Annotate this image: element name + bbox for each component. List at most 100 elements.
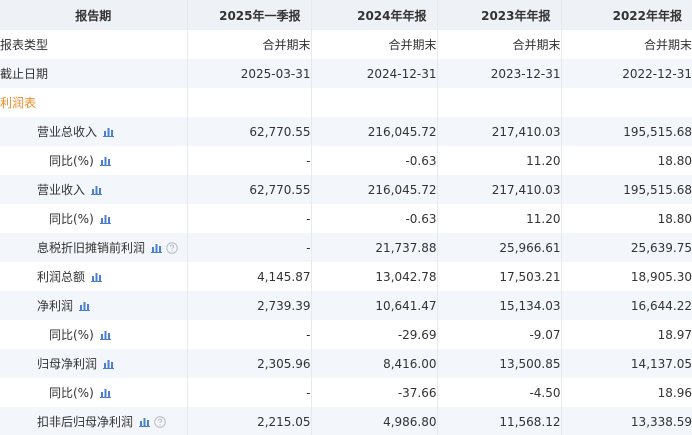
row-label-cell: 同比(%) <box>0 378 188 407</box>
cell-value: 18.97 <box>561 320 692 349</box>
row-label: 同比(%) <box>49 386 94 400</box>
row-label-cell: 利润总额 <box>0 262 188 291</box>
cell-value: -29.69 <box>311 320 438 349</box>
row-label: 利润总额 <box>37 270 86 284</box>
cell-value: 21,737.88 <box>311 233 438 262</box>
bar-chart-icon[interactable] <box>91 271 103 282</box>
cell-value: - <box>187 378 312 407</box>
header-row: 报告期 2025年一季报 2024年年报 2023年年报 2022年年报 <box>0 0 692 30</box>
cell-value: 4,986.80 <box>311 407 438 435</box>
cell-value: 合并期末 <box>311 30 438 59</box>
column-header[interactable]: 2023年年报 <box>437 0 562 30</box>
column-header[interactable]: 2022年年报 <box>561 0 692 30</box>
row-label: 同比(%) <box>49 154 94 168</box>
cell-value: 合并期末 <box>561 30 692 59</box>
row-label: 同比(%) <box>49 328 94 342</box>
cell-value: 2,215.05 <box>187 407 312 435</box>
financial-table: 报告期 2025年一季报 2024年年报 2023年年报 2022年年报 报表类… <box>0 0 692 435</box>
header-label: 报告期 <box>0 0 188 30</box>
end-date-row: 截止日期 2025-03-31 2024-12-31 2023-12-31 20… <box>0 59 692 88</box>
row-label: 息税折旧摊销前利润 <box>37 241 146 255</box>
empty-cell <box>187 88 312 117</box>
cell-value: 11.20 <box>437 204 562 233</box>
row-label: 同比(%) <box>49 212 94 226</box>
table-row: 归母净利润 2,305.96 8,416.00 13,500.85 14,137… <box>0 349 692 378</box>
cell-value: - <box>187 233 312 262</box>
bar-chart-icon[interactable] <box>103 126 115 137</box>
cell-value: 195,515.68 <box>561 175 692 204</box>
cell-value: 11.20 <box>437 146 562 175</box>
question-circle-icon[interactable] <box>166 242 178 254</box>
cell-value: 25,966.61 <box>437 233 562 262</box>
bar-chart-icon[interactable] <box>79 300 91 311</box>
cell-value: 13,338.59 <box>561 407 692 435</box>
empty-cell <box>437 88 562 117</box>
cell-value: 217,410.03 <box>437 117 562 146</box>
cell-value: 17,503.21 <box>437 262 562 291</box>
bar-chart-icon[interactable] <box>99 213 111 224</box>
cell-value: 216,045.72 <box>311 175 438 204</box>
cell-value: 195,515.68 <box>561 117 692 146</box>
row-label: 净利润 <box>37 299 74 313</box>
cell-value: 2022-12-31 <box>561 59 692 88</box>
row-label: 营业收入 <box>37 183 86 197</box>
cell-value: -0.63 <box>311 204 438 233</box>
cell-value: 2,305.96 <box>187 349 312 378</box>
bar-chart-icon[interactable] <box>99 329 111 340</box>
row-label-cell: 同比(%) <box>0 146 188 175</box>
cell-value: 合并期末 <box>437 30 562 59</box>
cell-value: 2023-12-31 <box>437 59 562 88</box>
cell-value: 18.80 <box>561 204 692 233</box>
cell-value: 2025-03-31 <box>187 59 312 88</box>
report-type-row: 报表类型 合并期末 合并期末 合并期末 合并期末 <box>0 30 692 59</box>
column-header[interactable]: 2025年一季报 <box>187 0 312 30</box>
bar-chart-icon[interactable] <box>91 184 103 195</box>
table-row: 净利润 2,739.39 10,641.47 15,134.03 16,644.… <box>0 291 692 320</box>
cell-value: 217,410.03 <box>437 175 562 204</box>
cell-value: 18.80 <box>561 146 692 175</box>
cell-value: 62,770.55 <box>187 117 312 146</box>
row-label-cell: 同比(%) <box>0 320 188 349</box>
cell-value: 10,641.47 <box>311 291 438 320</box>
cell-value: 14,137.05 <box>561 349 692 378</box>
section-row: 利润表 <box>0 88 692 117</box>
cell-value: 11,568.12 <box>437 407 562 435</box>
cell-value: 18,905.30 <box>561 262 692 291</box>
table-row: 息税折旧摊销前利润 - 21,737.88 25,966.61 25,639.7… <box>0 233 692 262</box>
cell-value: - <box>187 320 312 349</box>
bar-chart-icon[interactable] <box>151 242 163 253</box>
cell-value: 216,045.72 <box>311 117 438 146</box>
row-label: 截止日期 <box>0 59 188 88</box>
cell-value: - <box>187 146 312 175</box>
row-label-cell: 同比(%) <box>0 204 188 233</box>
row-label: 报表类型 <box>0 30 188 59</box>
cell-value: 8,416.00 <box>311 349 438 378</box>
cell-value: 62,770.55 <box>187 175 312 204</box>
bar-chart-icon[interactable] <box>103 358 115 369</box>
bar-chart-icon[interactable] <box>99 155 111 166</box>
cell-value: 2024-12-31 <box>311 59 438 88</box>
row-label-cell: 归母净利润 <box>0 349 188 378</box>
cell-value: -0.63 <box>311 146 438 175</box>
bar-chart-icon[interactable] <box>99 387 111 398</box>
cell-value: -9.07 <box>437 320 562 349</box>
row-label-cell: 息税折旧摊销前利润 <box>0 233 188 262</box>
row-label-cell: 营业收入 <box>0 175 188 204</box>
question-circle-icon[interactable] <box>154 416 166 428</box>
bar-chart-icon[interactable] <box>139 416 151 427</box>
row-label: 归母净利润 <box>37 357 98 371</box>
cell-value: 2,739.39 <box>187 291 312 320</box>
row-label: 扣非后归母净利润 <box>37 415 134 429</box>
column-header[interactable]: 2024年年报 <box>311 0 438 30</box>
cell-value: 13,500.85 <box>437 349 562 378</box>
table-row: 利润总额 4,145.87 13,042.78 17,503.21 18,905… <box>0 262 692 291</box>
table-row: 同比(%) - -37.66 -4.50 18.96 <box>0 378 692 407</box>
table-row: 同比(%) - -0.63 11.20 18.80 <box>0 204 692 233</box>
table-row: 同比(%) - -29.69 -9.07 18.97 <box>0 320 692 349</box>
empty-cell <box>311 88 438 117</box>
cell-value: 13,042.78 <box>311 262 438 291</box>
row-label-cell: 营业总收入 <box>0 117 188 146</box>
row-label: 营业总收入 <box>37 125 98 139</box>
table-row: 同比(%) - -0.63 11.20 18.80 <box>0 146 692 175</box>
cell-value: 4,145.87 <box>187 262 312 291</box>
